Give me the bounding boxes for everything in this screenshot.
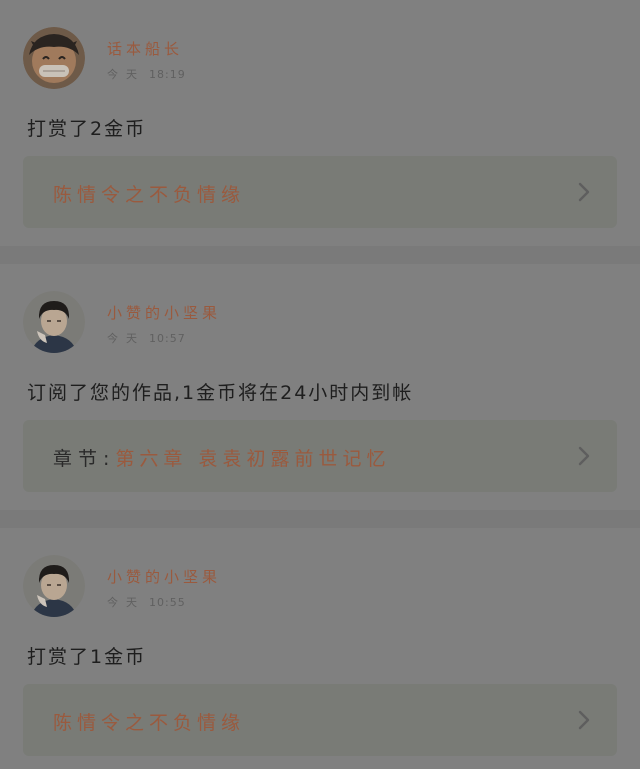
notification-message: 订阅了您的作品,1金币将在24小时内到帐: [27, 382, 414, 404]
work-link-card[interactable]: 章节:第六章 袁袁初露前世记忆: [23, 420, 617, 492]
work-link-card[interactable]: 陈情令之不负情缘: [23, 684, 617, 756]
card-divider: [0, 246, 640, 264]
chevron-right-icon: [578, 710, 590, 730]
cartoon-pirate-avatar-icon: [23, 27, 85, 89]
notification-message: 打赏了1金币: [27, 646, 147, 668]
link-prefix: 章节:: [53, 448, 116, 470]
notification-message: 打赏了2金币: [27, 118, 147, 140]
post-day: 今天: [107, 68, 145, 81]
work-title: 陈情令之不负情缘: [53, 712, 246, 734]
work-link-text: 章节:第六章 袁袁初露前世记忆: [53, 444, 390, 471]
work-link-card[interactable]: 陈情令之不负情缘: [23, 156, 617, 228]
notification-feed: 话本船长 今天 18:19 打赏了2金币 陈情令之不负情缘 小赞的小坚果 今天 …: [0, 0, 640, 769]
user-name[interactable]: 小赞的小坚果: [107, 566, 221, 587]
notification-card: 小赞的小坚果 今天 10:55 打赏了1金币 陈情令之不负情缘: [0, 528, 640, 769]
user-avatar[interactable]: [23, 555, 85, 617]
notification-card: 小赞的小坚果 今天 10:57 订阅了您的作品,1金币将在24小时内到帐 章节:第…: [0, 264, 640, 510]
user-name[interactable]: 话本船长: [107, 38, 183, 59]
user-avatar[interactable]: [23, 291, 85, 353]
work-title: 陈情令之不负情缘: [53, 184, 246, 206]
chevron-right-icon: [578, 182, 590, 202]
notification-card: 话本船长 今天 18:19 打赏了2金币 陈情令之不负情缘: [0, 0, 640, 246]
post-time: 今天 18:19: [107, 66, 186, 82]
post-day: 今天: [107, 332, 145, 345]
post-day: 今天: [107, 596, 145, 609]
post-time: 今天 10:57: [107, 330, 186, 346]
chevron-right-icon: [578, 446, 590, 466]
post-clock: 18:19: [149, 68, 186, 81]
user-avatar[interactable]: [23, 27, 85, 89]
user-name[interactable]: 小赞的小坚果: [107, 302, 221, 323]
person-photo-avatar-icon: [23, 555, 85, 617]
chapter-title: 第六章 袁袁初露前世记忆: [115, 448, 391, 470]
post-clock: 10:57: [149, 332, 186, 345]
post-clock: 10:55: [149, 596, 186, 609]
post-time: 今天 10:55: [107, 594, 186, 610]
person-photo-avatar-icon: [23, 291, 85, 353]
work-link-text: 陈情令之不负情缘: [53, 708, 245, 735]
work-link-text: 陈情令之不负情缘: [53, 180, 245, 207]
card-divider: [0, 510, 640, 528]
